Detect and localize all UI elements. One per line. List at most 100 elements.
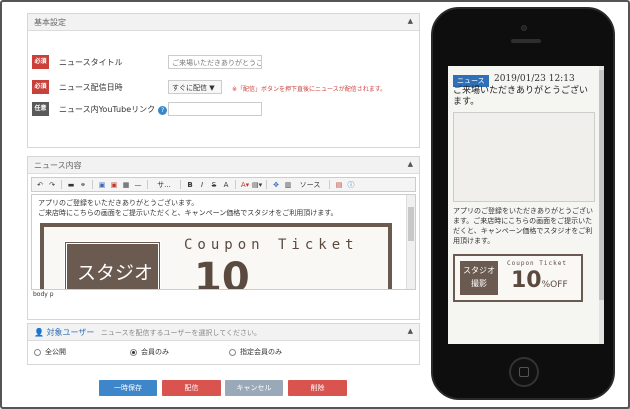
news-title-row: 必須 ニュースタイトル ご来場いただきありがとうご [32,55,412,69]
target-users-header[interactable]: 👤 対象ユーザー ニュースを配信するユーザーを選択してください。 ▲ [28,324,419,341]
text-color-icon[interactable]: A▾ [240,180,250,190]
radio-label: 会員のみ [141,348,169,356]
clear-format-icon[interactable]: A [221,180,231,190]
delete-button[interactable]: 削除 [288,380,347,396]
editor-line: ご来店時にこちらの画面をご提示いただくと、キャンペーン価格でスタジオをご利用頂け… [38,209,338,217]
italic-icon[interactable]: I [197,180,207,190]
optional-badge: 任意 [32,102,49,116]
format-dropdown[interactable]: サ... [152,180,176,190]
template-icon[interactable]: ▤ [334,180,344,190]
info-icon[interactable]: ⓘ [346,180,356,190]
basic-settings-panel: 基本設定 ▲ 必須 ニュースタイトル ご来場いただきありがとうご 必須 ニュース… [27,13,420,148]
editor-toolbar: ↶ ↷ ▬ ⚭ ▣ ▣ ▦ — サ... B I S A A▾ ▤▾ ✥ ▥ ソ… [31,177,416,192]
blocks-icon[interactable]: ▥ [283,180,293,190]
user-icon: 👤 [34,328,47,337]
required-badge: 必須 [32,80,49,94]
link-icon[interactable]: ⚭ [78,180,88,190]
speaker-grille [511,39,541,43]
editor-body-text: アプリのご登録をいただきありがとうございます。 ご来店時にこちらの画面をご提示い… [32,195,415,221]
news-preview-body: アプリのご登録をいただきありがとうございます。ご来店時にこちらの画面をご提示いた… [453,207,593,245]
news-preview-title: ご来場いただきありがとうございます。 [453,86,589,107]
preview-coupon-discount: 10%OFF [511,268,568,293]
delivery-time-label: ニュース配信日時 [59,83,123,92]
preview-coupon-jp-1: スタジオ [463,266,495,275]
radio-label: 全公開 [45,348,66,356]
preview-coupon-title: Coupon Ticket [507,260,567,267]
coupon-label-box: スタジオ [64,241,161,289]
bold-icon[interactable]: B [185,180,195,190]
news-content-panel: ニュース内容 ▲ ↶ ↷ ▬ ⚭ ▣ ▣ ▦ — サ... B I S A A▾… [27,156,420,320]
editor-scrollbar[interactable] [406,195,415,289]
phone-preview: ニュース 2019/01/23 12:13 ご来場いただきありがとうございます。… [431,7,615,400]
preview-coupon-off: %OFF [541,280,568,290]
bg-color-icon[interactable]: ▤▾ [252,180,262,190]
coupon-studio-text: スタジオ [77,262,154,284]
radio-indicator[interactable] [229,348,236,356]
news-content-header[interactable]: ニュース内容 ▲ [28,157,419,174]
radio-public[interactable]: 全公開 [34,347,66,357]
news-content-title: ニュース内容 [34,161,82,170]
toolbar-divider [92,180,93,189]
basic-settings-title: 基本設定 [34,18,66,27]
youtube-link-row: 任意 ニュース内YouTubeリンク? [32,102,412,116]
rich-text-editor[interactable]: アプリのご登録をいただきありがとうございます。 ご来店時にこちらの画面をご提示い… [31,194,416,290]
cancel-button[interactable]: キャンセル [225,380,283,396]
target-radio-group: 全公開 会員のみ 指定会員のみ [34,347,404,357]
radio-label: 指定会員のみ [240,348,282,356]
phone-screen: ニュース 2019/01/23 12:13 ご来場いただきありがとうございます。… [448,66,604,344]
home-button-icon [519,367,529,377]
youtube-link-label-text: ニュース内YouTubeリンク [59,105,156,114]
collapse-icon[interactable]: ▲ [408,160,413,168]
youtube-link-label: ニュース内YouTubeリンク? [59,104,168,115]
action-buttons: 一時保存 配信 キャンセル 削除 [0,380,430,396]
target-users-title: 対象ユーザー [46,328,95,337]
strike-icon[interactable]: S [209,180,219,190]
collapse-icon[interactable]: ▲ [408,17,413,25]
table-icon[interactable]: ▬ [66,180,76,190]
basic-settings-header[interactable]: 基本設定 ▲ [28,14,419,31]
editor-line: アプリのご登録をいただきありがとうございます。 [38,199,199,207]
gallery-icon[interactable]: ▦ [121,180,131,190]
toolbar-divider [147,180,148,189]
radio-indicator[interactable] [130,348,137,356]
news-date: 2019/01/23 12:13 [494,74,575,84]
editor-statusbar: body p [33,291,54,298]
toolbar-divider [61,180,62,189]
youtube-link-input[interactable] [168,102,262,116]
preview-coupon-jp-2: 撮影 [471,279,487,288]
radio-members-only[interactable]: 会員のみ [130,347,169,357]
horizontal-rule-icon[interactable]: — [133,180,143,190]
publish-button[interactable]: 配信 [162,380,221,396]
preview-coupon-image: スタジオ 撮影 Coupon Ticket 10%OFF [453,254,583,302]
radio-indicator[interactable] [34,348,41,356]
video-icon[interactable]: ▣ [109,180,119,190]
coupon-image: スタジオ Coupon Ticket 10 [40,223,392,290]
help-icon[interactable]: ? [158,106,168,115]
fullscreen-icon[interactable]: ✥ [271,180,281,190]
coupon-discount-number: 10 [194,255,250,290]
home-button [509,357,539,387]
radio-specific-members[interactable]: 指定会員のみ [229,347,282,357]
save-draft-button[interactable]: 一時保存 [99,380,157,396]
preview-scrollbar[interactable] [599,66,604,344]
undo-icon[interactable]: ↶ [35,180,45,190]
editor-scroll-thumb[interactable] [408,207,414,241]
delivery-note: ※「配信」ボタンを押下直後にニュースが配信されます。 [232,86,387,93]
toolbar-divider [329,180,330,189]
preview-scroll-thumb[interactable] [599,70,604,300]
delivery-time-select[interactable]: すぐに配信 ▼ [168,80,222,94]
preview-coupon-label: スタジオ 撮影 [460,261,498,295]
target-users-subtitle: ニュースを配信するユーザーを選択してください。 [100,329,261,337]
toolbar-divider [180,180,181,189]
source-button[interactable]: ソース [295,180,325,190]
preview-coupon-number: 10 [511,268,542,293]
news-title-input[interactable]: ご来場いただきありがとうご [168,55,262,69]
toolbar-divider [266,180,267,189]
toolbar-divider [235,180,236,189]
required-badge: 必須 [32,55,49,69]
delivery-time-row: 必須 ニュース配信日時 すぐに配信 ▼ ※「配信」ボタンを押下直後にニュースが配… [32,80,412,94]
redo-icon[interactable]: ↷ [47,180,57,190]
target-users-panel: 👤 対象ユーザー ニュースを配信するユーザーを選択してください。 ▲ 全公開 会… [27,323,420,365]
collapse-icon[interactable]: ▲ [408,327,413,335]
image-icon[interactable]: ▣ [97,180,107,190]
